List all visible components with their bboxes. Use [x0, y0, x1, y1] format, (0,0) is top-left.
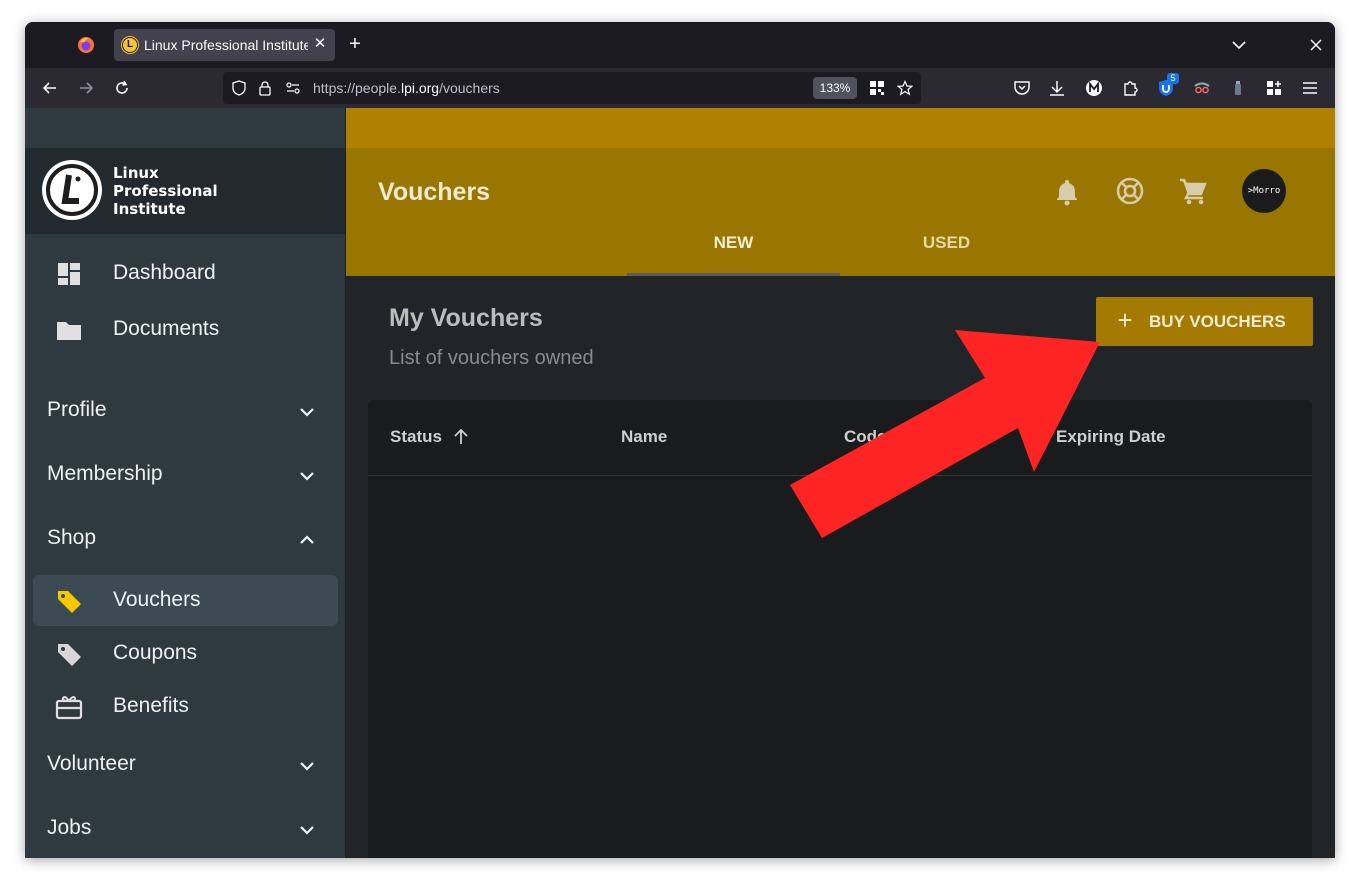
- bell-icon[interactable]: [1052, 176, 1082, 206]
- tab-bar: L Linux Professional Institute ✕ +: [25, 22, 1335, 68]
- sidebar-group-label: Shop: [47, 526, 97, 549]
- gift-card-icon: [55, 696, 83, 720]
- shopping-cart-icon[interactable]: [1178, 176, 1208, 206]
- sidebar: Linux Professional Institute Dashboard D…: [25, 108, 346, 858]
- logo-line-3: Institute: [113, 200, 186, 218]
- sidebar-item-dashboard[interactable]: Dashboard: [33, 248, 338, 299]
- table-header-divider: [368, 475, 1312, 476]
- sidebar-group-label: Jobs: [47, 816, 92, 839]
- url-text[interactable]: https://people.lpi.org/vouchers: [313, 80, 500, 96]
- lpi-logo-text: Linux Professional Institute: [113, 164, 233, 218]
- chevron-down-icon: [300, 472, 314, 481]
- sidebar-item-documents[interactable]: Documents: [33, 304, 338, 355]
- buy-vouchers-label: BUY VOUCHERS: [1149, 312, 1286, 331]
- dashboard-icon: [58, 263, 80, 285]
- new-tab-icon[interactable]: +: [345, 34, 365, 55]
- page-content: Linux Professional Institute Dashboard D…: [25, 108, 1335, 858]
- user-avatar[interactable]: >Morro: [1242, 169, 1286, 213]
- lpi-favicon-icon: L: [122, 37, 138, 53]
- folder-icon: [57, 322, 81, 340]
- firefox-icon[interactable]: [77, 36, 95, 54]
- hamburger-menu-icon[interactable]: [1300, 78, 1320, 98]
- cup-extension-icon[interactable]: [1228, 78, 1248, 98]
- sidebar-group-label: Volunteer: [47, 752, 136, 775]
- sidebar-item-label: Documents: [113, 317, 220, 340]
- buy-vouchers-button[interactable]: + BUY VOUCHERS: [1096, 297, 1313, 346]
- navigation-toolbar: https://people.lpi.org/vouchers 133% 5: [25, 68, 1335, 108]
- tracking-shield-icon[interactable]: [231, 80, 247, 96]
- sidebar-group-label: Membership: [47, 462, 163, 485]
- m-extension-icon[interactable]: [1084, 78, 1104, 98]
- reload-icon[interactable]: [112, 78, 132, 98]
- chevron-down-icon: [300, 762, 314, 771]
- page-title: Vouchers: [378, 178, 491, 206]
- sidebar-group-volunteer[interactable]: Volunteer: [25, 736, 345, 796]
- column-header-expiring-date[interactable]: Expiring Date: [1056, 427, 1166, 447]
- column-header-code[interactable]: Code: [844, 427, 887, 447]
- sidebar-group-jobs[interactable]: Jobs: [25, 800, 345, 858]
- tab-new[interactable]: NEW: [627, 226, 840, 276]
- column-header-name[interactable]: Name: [621, 427, 667, 447]
- help-lifebuoy-icon[interactable]: [1115, 176, 1145, 206]
- sidebar-item-vouchers[interactable]: Vouchers: [33, 575, 338, 626]
- close-window-icon[interactable]: [1307, 36, 1325, 54]
- section-title: My Vouchers: [389, 304, 543, 332]
- chevron-down-icon: [300, 408, 314, 417]
- spy-glasses-icon[interactable]: [1192, 78, 1212, 98]
- sidebar-item-label: Benefits: [113, 694, 189, 717]
- sort-arrow-up-icon[interactable]: [452, 427, 470, 447]
- url-host: lpi.org: [400, 80, 440, 96]
- download-icon[interactable]: [1047, 78, 1067, 98]
- sidebar-item-label: Coupons: [113, 641, 198, 664]
- vouchers-table: Status Name Code Expiring Date: [368, 400, 1312, 858]
- tab-title: Linux Professional Institute: [144, 37, 308, 53]
- back-arrow-icon[interactable]: [40, 78, 60, 98]
- sidebar-group-shop[interactable]: Shop: [25, 510, 345, 570]
- browser-tab-active[interactable]: L Linux Professional Institute ✕: [114, 29, 335, 61]
- lock-icon[interactable]: [257, 80, 273, 96]
- forward-arrow-icon[interactable]: [76, 78, 96, 98]
- section-subtitle: List of vouchers owned: [389, 347, 594, 369]
- logo-line-2: Professional: [113, 182, 218, 200]
- column-header-status[interactable]: Status: [390, 427, 442, 447]
- lpi-logo-mark-icon: [42, 160, 102, 220]
- sidebar-item-coupons[interactable]: Coupons: [33, 628, 338, 679]
- plus-icon: +: [1117, 305, 1133, 335]
- main-panel: My Vouchers List of vouchers owned + BUY…: [346, 276, 1335, 858]
- pocket-icon[interactable]: [1012, 78, 1032, 98]
- tag-icon: [58, 644, 81, 666]
- extensions-puzzle-icon[interactable]: [1120, 78, 1140, 98]
- sidebar-item-label: Vouchers: [113, 588, 201, 611]
- sidebar-group-label: Profile: [47, 398, 107, 421]
- chevron-up-icon: [300, 535, 314, 544]
- tab-used[interactable]: USED: [840, 226, 1053, 276]
- lpi-logo[interactable]: Linux Professional Institute: [25, 148, 345, 234]
- close-tab-icon[interactable]: ✕: [311, 34, 329, 54]
- extension-count-badge: 5: [1167, 73, 1179, 84]
- apps-grid-plus-icon[interactable]: [1264, 78, 1284, 98]
- top-banner-strip: [346, 108, 1335, 148]
- page-header: Vouchers >Morro NEW USED: [346, 148, 1335, 276]
- tag-icon: [58, 591, 81, 613]
- sidebar-item-label: Dashboard: [113, 261, 216, 284]
- url-bar[interactable]: https://people.lpi.org/vouchers 133%: [223, 72, 921, 104]
- qr-code-icon[interactable]: [869, 80, 885, 96]
- browser-window: L Linux Professional Institute ✕ + https…: [25, 22, 1335, 858]
- bookmark-star-icon[interactable]: [897, 80, 913, 96]
- sidebar-top-strip: [25, 108, 345, 148]
- url-path: /vouchers: [439, 80, 500, 96]
- zoom-level-badge[interactable]: 133%: [813, 77, 857, 99]
- sidebar-group-profile[interactable]: Profile: [25, 382, 345, 442]
- permissions-icon[interactable]: [285, 80, 301, 96]
- sidebar-item-benefits[interactable]: Benefits: [33, 681, 338, 732]
- chevron-down-icon: [300, 826, 314, 835]
- url-prefix: https://people.: [313, 80, 401, 96]
- logo-line-1: Linux: [113, 164, 159, 182]
- chevron-down-icon[interactable]: [1230, 36, 1248, 54]
- sidebar-group-membership[interactable]: Membership: [25, 446, 345, 506]
